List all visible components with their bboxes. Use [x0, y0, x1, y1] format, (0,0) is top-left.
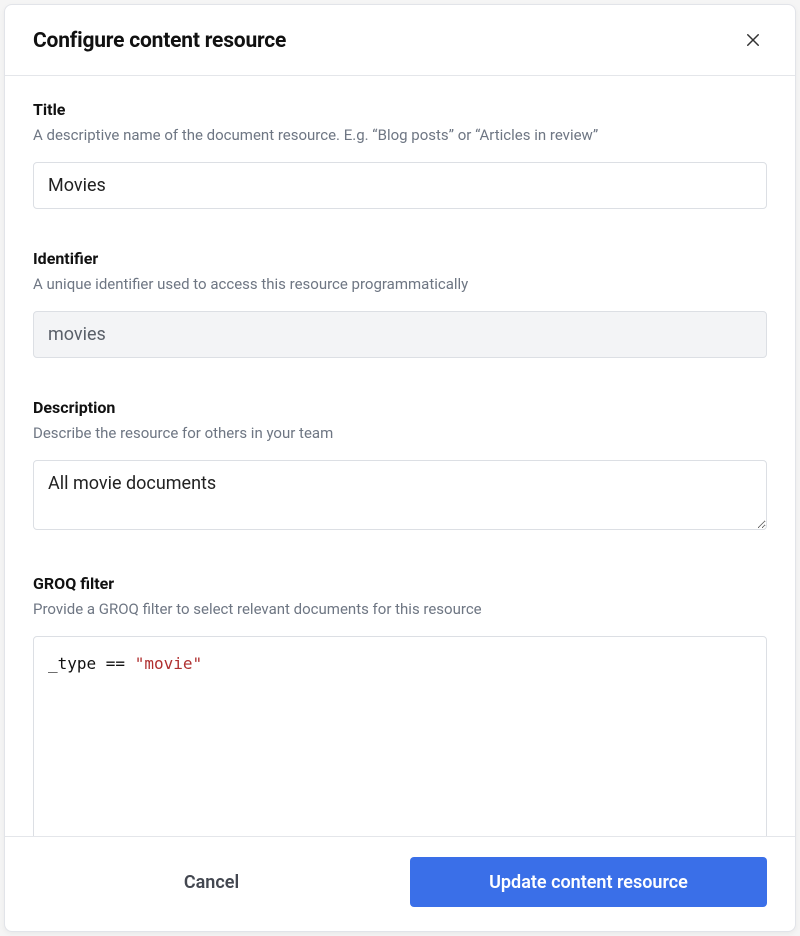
groq-label: GROQ filter — [33, 574, 767, 593]
dialog-header: Configure content resource — [5, 5, 795, 76]
identifier-input[interactable] — [33, 311, 767, 358]
identifier-label: Identifier — [33, 249, 767, 268]
groq-code: _type == "movie" — [48, 651, 752, 677]
description-label: Description — [33, 398, 767, 417]
title-label: Title — [33, 100, 767, 119]
groq-field-group: GROQ filter Provide a GROQ filter to sel… — [33, 574, 767, 836]
groq-editor[interactable]: _type == "movie" — [33, 636, 767, 836]
dialog-footer: Cancel Update content resource — [5, 836, 795, 931]
title-input[interactable] — [33, 162, 767, 209]
description-field-group: Description Describe the resource for ot… — [33, 398, 767, 534]
description-help: Describe the resource for others in your… — [33, 423, 767, 444]
groq-code-string: "movie" — [135, 654, 202, 673]
submit-button[interactable]: Update content resource — [410, 857, 767, 907]
cancel-button[interactable]: Cancel — [33, 857, 390, 907]
identifier-field-group: Identifier A unique identifier used to a… — [33, 249, 767, 358]
close-button[interactable] — [739, 27, 767, 55]
title-field-group: Title A descriptive name of the document… — [33, 100, 767, 209]
dialog-title: Configure content resource — [33, 29, 286, 53]
dialog-body[interactable]: Title A descriptive name of the document… — [5, 76, 795, 836]
configure-resource-dialog: Configure content resource Title A descr… — [4, 4, 796, 932]
description-input[interactable] — [33, 460, 767, 530]
title-help: A descriptive name of the document resou… — [33, 125, 767, 146]
identifier-help: A unique identifier used to access this … — [33, 274, 767, 295]
groq-code-prefix: _type == — [48, 654, 135, 673]
close-icon — [744, 31, 762, 52]
groq-help: Provide a GROQ filter to select relevant… — [33, 599, 767, 620]
